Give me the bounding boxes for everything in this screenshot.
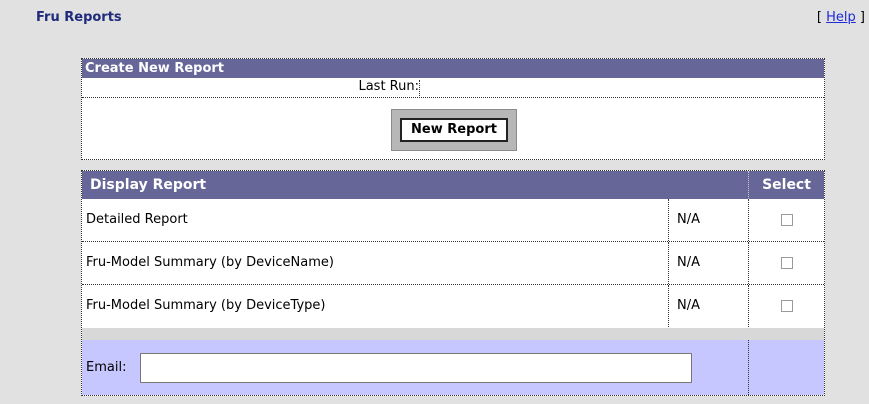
help-bracket-open: [ [816, 10, 822, 25]
create-report-header: Create New Report [82, 59, 824, 78]
email-row: Email: [82, 340, 824, 395]
select-checkbox[interactable] [781, 214, 793, 226]
display-report-header: Display Report [82, 171, 748, 199]
report-name: Detailed Report [86, 212, 188, 227]
report-name: Fru-Model Summary (by DeviceType) [86, 298, 326, 313]
help-link-container: [ Help ] [817, 10, 865, 25]
report-row-detailed: Detailed Report N/A [82, 199, 824, 242]
table-spacer [82, 328, 824, 340]
create-report-panel: Create New Report Last Run: New Report [81, 58, 825, 160]
help-bracket-close: ] [859, 10, 865, 25]
report-status: N/A [668, 242, 748, 284]
select-checkbox[interactable] [781, 300, 793, 312]
select-cell [748, 242, 824, 284]
new-report-button[interactable]: New Report [400, 118, 508, 142]
select-cell [748, 285, 824, 327]
display-report-panel: Display Report Select Detailed Report N/… [81, 170, 825, 396]
email-field[interactable] [140, 353, 692, 383]
select-column-header: Select [748, 171, 824, 199]
help-link[interactable]: Help [826, 10, 856, 25]
new-report-button-frame: New Report [391, 109, 517, 151]
page-title: Fru Reports [36, 10, 122, 25]
email-label: Email: [86, 360, 127, 375]
report-status: N/A [668, 285, 748, 327]
report-name: Fru-Model Summary (by DeviceName) [86, 255, 334, 270]
report-row-devicename: Fru-Model Summary (by DeviceName) N/A [82, 242, 824, 285]
report-status: N/A [668, 199, 748, 241]
select-cell [748, 199, 824, 241]
last-run-label: Last Run: [358, 79, 419, 94]
email-side-cell [748, 340, 824, 395]
report-row-devicetype: Fru-Model Summary (by DeviceType) N/A [82, 285, 824, 328]
select-checkbox[interactable] [781, 257, 793, 269]
last-run-row: Last Run: [82, 78, 824, 98]
last-run-divider [419, 80, 420, 96]
